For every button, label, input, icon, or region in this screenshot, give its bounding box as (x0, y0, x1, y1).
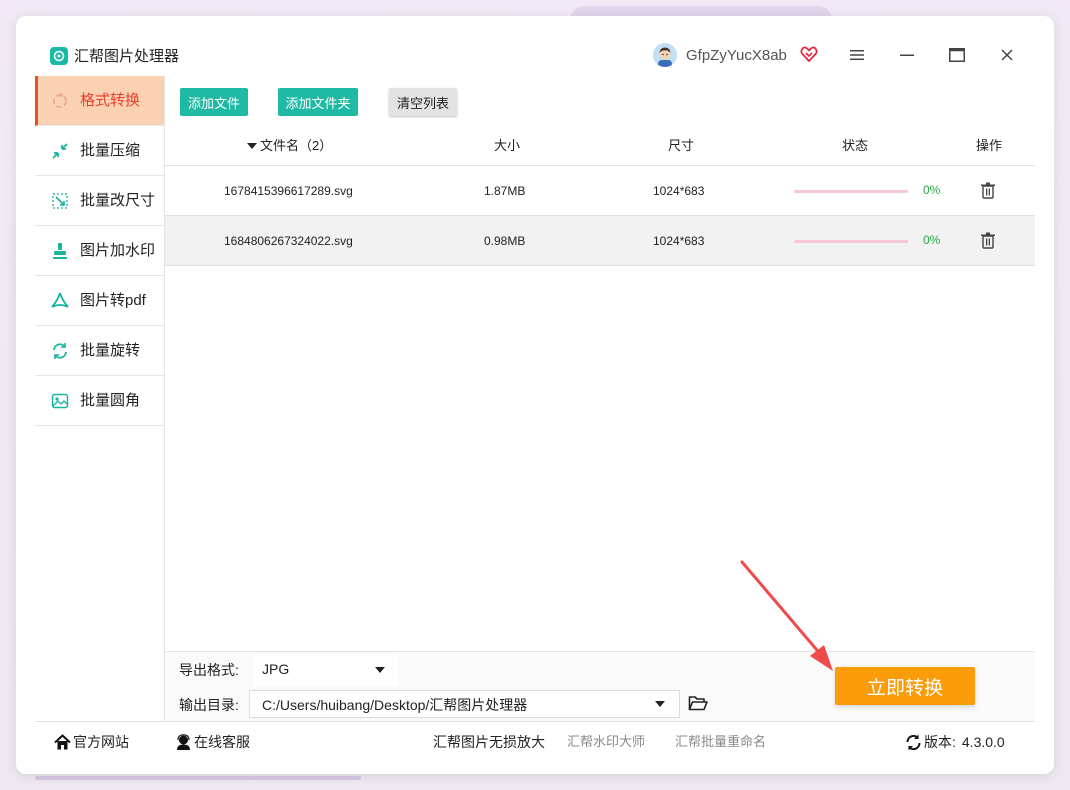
file-name: 1684806267324022.svg (224, 234, 353, 248)
progress-percent: 0% (923, 233, 941, 247)
footer-link-watermark-master[interactable]: 汇帮水印大师 (567, 733, 645, 751)
maximize-icon[interactable] (946, 44, 968, 66)
sidebar-item-rounded-corners[interactable]: 批量圆角 (35, 376, 164, 426)
official-website-link[interactable]: 官方网站 (54, 733, 129, 751)
add-file-button[interactable]: 添加文件 (180, 88, 248, 116)
pdf-icon (51, 292, 69, 310)
file-dimensions: 1024*683 (653, 234, 705, 248)
vip-heart-icon[interactable] (800, 45, 818, 63)
sidebar-item-label: 批量改尺寸 (80, 192, 156, 209)
convert-icon (51, 92, 69, 110)
chevron-down-icon (655, 701, 665, 707)
sidebar-item-image-to-pdf[interactable]: 图片转pdf (35, 276, 164, 326)
output-dir-label: 输出目录: (179, 697, 239, 713)
column-header-filename[interactable]: 文件名（2） (247, 138, 332, 154)
column-header-status: 状态 (842, 138, 869, 153)
column-header-actions: 操作 (976, 138, 1003, 153)
sidebar-item-label: 图片转pdf (80, 292, 146, 309)
sort-down-icon (247, 143, 257, 149)
user-avatar[interactable] (653, 43, 677, 67)
app-logo-icon (50, 47, 68, 65)
file-name: 1678415396617289.svg (224, 184, 353, 198)
table-row[interactable]: 1684806267324022.svg 0.98MB 1024*683 0% (165, 216, 1035, 266)
online-support-link[interactable]: 在线客服 (175, 733, 250, 751)
refresh-icon (905, 734, 922, 751)
title-bar: 汇帮图片处理器 GfpZyYucX8ab (16, 16, 1054, 76)
sidebar-item-label: 格式转换 (80, 92, 141, 109)
column-header-dimensions: 尺寸 (668, 138, 695, 153)
file-table: 文件名（2） 大小 尺寸 状态 操作 1678415396617289.svg … (165, 126, 1035, 266)
progress-bar (794, 190, 908, 193)
convert-now-button[interactable]: 立即转换 (835, 667, 975, 705)
footer-link-lossless-upscale[interactable]: 汇帮图片无损放大 (433, 733, 545, 751)
output-dir-value: C:/Users/huibang/Desktop/汇帮图片处理器 (262, 697, 528, 713)
sidebar-item-format-convert[interactable]: 格式转换 (35, 76, 164, 126)
table-header: 文件名（2） 大小 尺寸 状态 操作 (165, 126, 1035, 166)
sidebar-item-label: 批量圆角 (80, 392, 141, 409)
watermark-icon (51, 242, 69, 260)
delete-icon[interactable] (980, 232, 996, 249)
chevron-down-icon (375, 667, 385, 673)
sidebar-item-batch-rotate[interactable]: 批量旋转 (35, 326, 164, 376)
footer-link-batch-rename[interactable]: 汇帮批量重命名 (675, 733, 766, 751)
format-value: JPG (262, 661, 290, 677)
delete-icon[interactable] (980, 182, 996, 199)
footer-bar: 官方网站 在线客服 汇帮图片无损放大 汇帮水印大师 汇帮批量重命名 版本: 4.… (35, 721, 1035, 761)
resize-icon (51, 192, 69, 210)
background-decoration (35, 776, 361, 780)
file-dimensions: 1024*683 (653, 184, 705, 198)
minimize-icon[interactable] (896, 44, 918, 66)
format-dropdown[interactable]: JPG (254, 654, 398, 686)
support-agent-icon (175, 733, 192, 751)
add-folder-button[interactable]: 添加文件夹 (278, 88, 358, 116)
sidebar-item-watermark[interactable]: 图片加水印 (35, 226, 164, 276)
file-size: 0.98MB (484, 234, 526, 248)
menu-icon[interactable] (846, 44, 868, 66)
close-icon[interactable] (996, 44, 1018, 66)
sidebar: 格式转换 批量压缩 批量改尺寸 图片加水印 图片转pdf 批量旋转 批量圆角 (35, 76, 165, 721)
username[interactable]: GfpZyYucX8ab (686, 46, 787, 66)
sidebar-item-batch-resize[interactable]: 批量改尺寸 (35, 176, 164, 226)
clear-list-button[interactable]: 清空列表 (389, 88, 457, 116)
folder-open-icon[interactable] (688, 694, 708, 712)
table-row[interactable]: 1678415396617289.svg 1.87MB 1024*683 0% (165, 166, 1035, 216)
compress-icon (51, 142, 69, 160)
output-dir-dropdown[interactable]: C:/Users/huibang/Desktop/汇帮图片处理器 (249, 690, 680, 718)
version-info[interactable]: 版本: 4.3.0.0 (905, 733, 1005, 751)
column-header-size: 大小 (494, 138, 521, 153)
sidebar-item-label: 批量旋转 (80, 342, 141, 359)
file-size: 1.87MB (484, 184, 526, 198)
app-title: 汇帮图片处理器 (74, 48, 180, 65)
rounded-corner-icon (51, 392, 69, 410)
app-window: 汇帮图片处理器 GfpZyYucX8ab 格式转换 批量压缩 批量改尺寸 图片加… (16, 16, 1054, 774)
rotate-icon (51, 342, 69, 360)
sidebar-item-label: 批量压缩 (80, 142, 141, 159)
sidebar-item-batch-compress[interactable]: 批量压缩 (35, 126, 164, 176)
format-label: 导出格式: (179, 662, 239, 678)
sidebar-item-label: 图片加水印 (80, 242, 156, 259)
progress-bar (794, 240, 908, 243)
home-icon (54, 733, 71, 751)
progress-percent: 0% (923, 183, 941, 197)
